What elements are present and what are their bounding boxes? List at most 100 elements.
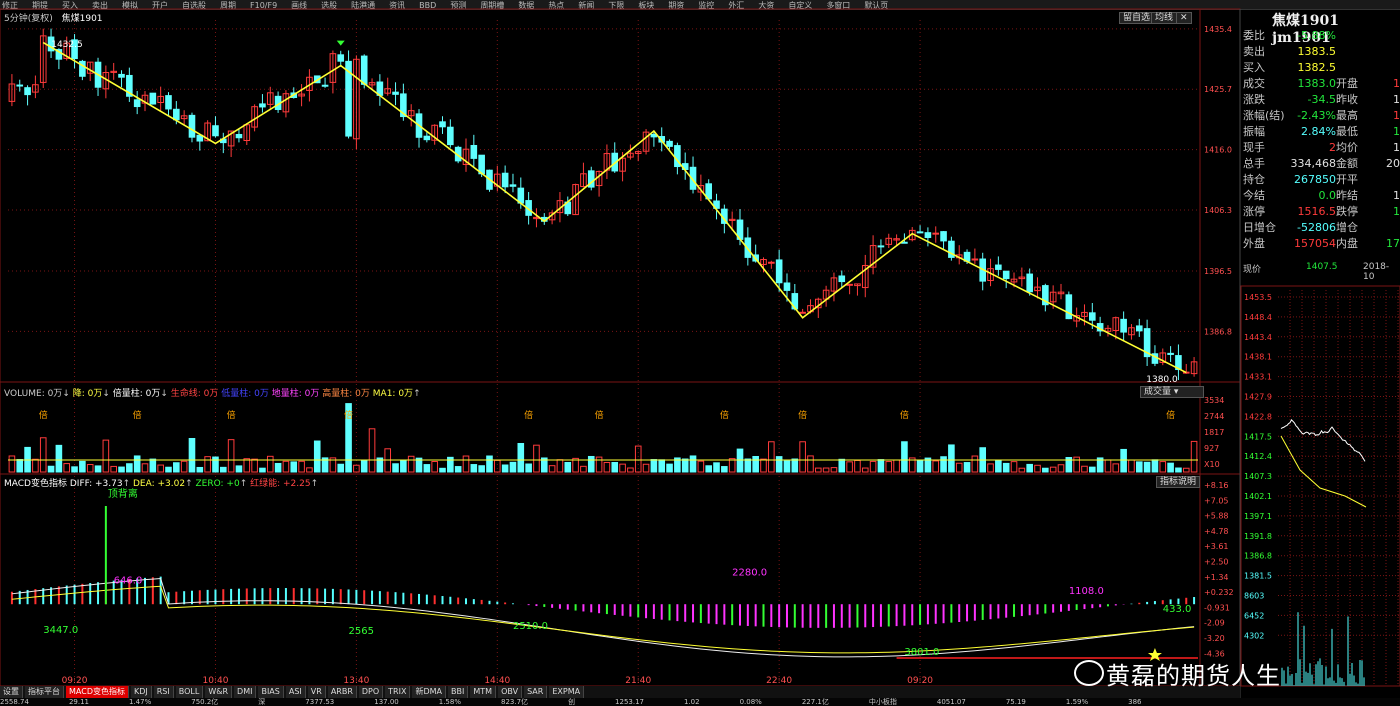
volume-bar [1128, 459, 1135, 473]
quote-value: 0.0 [1318, 189, 1337, 202]
indicator-tab[interactable]: MACD变色指标 [66, 686, 129, 698]
volume-bar [102, 439, 110, 473]
volume-bar [86, 464, 94, 473]
ticker-value: 29.11 [68, 698, 89, 706]
quote-label-2: 昨结 [1336, 189, 1358, 202]
indicator-tab[interactable]: ARBR [327, 686, 357, 698]
candle-body [932, 232, 940, 235]
macd-value-label: 433.0 [1163, 604, 1192, 615]
volume-bar [1010, 461, 1018, 473]
index-ticker-bar: 2558.74 29.11 1.47% 750.2亿 深 7377.53 137.00 1.5… [0, 698, 1400, 706]
volume-bar [212, 456, 219, 473]
volume-bar [306, 467, 313, 473]
volume-lowvol-label: 低量柱: 0万 [221, 389, 269, 399]
indicator-tab[interactable]: BOLL [175, 686, 204, 698]
mini-tick-label: 1422.8 [1244, 412, 1272, 421]
zoom-button[interactable]: 留自选 [1119, 12, 1155, 24]
volume-bar [744, 458, 752, 473]
volume-bar [807, 455, 814, 473]
volume-bar [752, 455, 759, 473]
indicator-tab[interactable]: MTM [470, 686, 497, 698]
volume-bar [71, 466, 78, 473]
volume-bar [227, 439, 235, 473]
indicator-tab[interactable]: EXPMA [549, 686, 585, 698]
indicator-tab[interactable]: 指标平台 [25, 686, 64, 698]
volume-ma1-label: MA1: 0万 [372, 389, 414, 399]
now-price-date: 2018-10 [1363, 262, 1390, 282]
chart-frame [0, 8, 1241, 687]
indicator-help-button[interactable]: 指标说明 [1156, 476, 1201, 488]
volume-bar [219, 466, 227, 473]
candle-body [838, 275, 846, 283]
mini-tick-label: 1443.4 [1244, 333, 1272, 342]
candle-body [901, 241, 908, 244]
volume-bar [1042, 467, 1049, 473]
ticker-value: 386 [1128, 698, 1142, 706]
volume-select[interactable]: 成交量 ▾ [1140, 386, 1204, 398]
volume-bar [165, 466, 172, 473]
watermark: 黄磊的期货人生 [1106, 662, 1281, 690]
window-toggle-button[interactable]: ✕ [1176, 12, 1192, 24]
indicator-tab[interactable]: TRIX [385, 686, 411, 698]
quote-label: 买入 [1243, 61, 1265, 74]
macd-value-label: 1108.0 [1069, 586, 1104, 597]
indicator-tab[interactable]: 新DMA [412, 686, 447, 698]
indicator-tab[interactable]: RSI [153, 686, 174, 698]
kline-chart[interactable]: 1435.4 1425.7 1416.0 1406.3 1396.5 1386.8 3534… [0, 0, 1400, 706]
time-tick-label: 09:20 [62, 676, 88, 686]
volume-down-label: 降: 0万 [72, 389, 103, 399]
volume-bar [439, 467, 446, 473]
volume-bar [1073, 456, 1080, 473]
volume-bar [783, 460, 791, 473]
candle-body [924, 232, 932, 238]
indicator-tab[interactable]: W&R [205, 686, 233, 698]
macd-tick-label: +0.232 [1204, 588, 1234, 597]
volume-bar [94, 465, 102, 473]
indicator-tab[interactable]: SAR [524, 686, 548, 698]
indicator-tab[interactable]: BBI [448, 686, 469, 698]
quote-row: 涨停 1516.5 跌停 1 [1243, 204, 1400, 220]
volume-bar [1135, 461, 1143, 473]
candle-body [501, 172, 509, 188]
indicator-tab[interactable]: DPO [358, 686, 384, 698]
price-extreme-label: 1380.0 [1146, 375, 1178, 385]
macd-dea: DEA: +3.02 [132, 479, 186, 489]
mini-tick-label: 1402.1 [1244, 492, 1272, 501]
volume-bar [1159, 461, 1167, 473]
volume-bar [1018, 467, 1026, 473]
ticker-value: 823.7亿 [501, 698, 529, 706]
candle-body [212, 125, 219, 137]
volume-bar [39, 437, 47, 473]
volume-bar [1026, 463, 1033, 473]
indicator-tab[interactable]: OBV [498, 686, 523, 698]
ticker-value: 137.00 [374, 698, 399, 706]
volume-bar [8, 455, 16, 473]
indicator-tab[interactable]: BIAS [258, 686, 284, 698]
quote-row: 日增仓 -52806 增仓 [1243, 220, 1400, 236]
average-line-button[interactable]: 均线 [1151, 12, 1178, 24]
indicator-tab[interactable]: KDJ [130, 686, 152, 698]
indicator-tab[interactable]: ASI [285, 686, 306, 698]
indicator-tabs: 设置 指标平台 MACD变色指标 KDJ RSI BOLL W&R DMI BIAS ASI VR A… [0, 686, 1240, 698]
mini-tick-label: 1448.4 [1244, 313, 1272, 322]
indicator-tab[interactable]: 设置 [0, 686, 23, 698]
quote-row: 持仓 267850 开平 [1243, 172, 1400, 188]
candle-body [188, 114, 196, 138]
ticker-value: 深 [258, 698, 266, 706]
mini-chart-frame [1240, 285, 1400, 687]
quote-label: 卖出 [1243, 45, 1265, 58]
volume-bar [580, 465, 587, 473]
volume-tick-label: X10 [1204, 460, 1220, 469]
indicator-tab[interactable]: DMI [234, 686, 257, 698]
volume-bar [1081, 465, 1088, 473]
candle-body [783, 282, 791, 291]
mini-tick-label: 1427.9 [1244, 393, 1272, 402]
candle-body [447, 126, 454, 146]
quote-value: -5.88% [1297, 29, 1336, 42]
quote-value: 334,468 [1290, 157, 1337, 170]
volume-flag-label: 地量柱: 0万 [271, 389, 320, 399]
candle-body [1002, 270, 1010, 280]
volume-bar [180, 460, 188, 473]
indicator-tab[interactable]: VR [307, 686, 326, 698]
volume-double-marker: 倍 [900, 409, 909, 421]
